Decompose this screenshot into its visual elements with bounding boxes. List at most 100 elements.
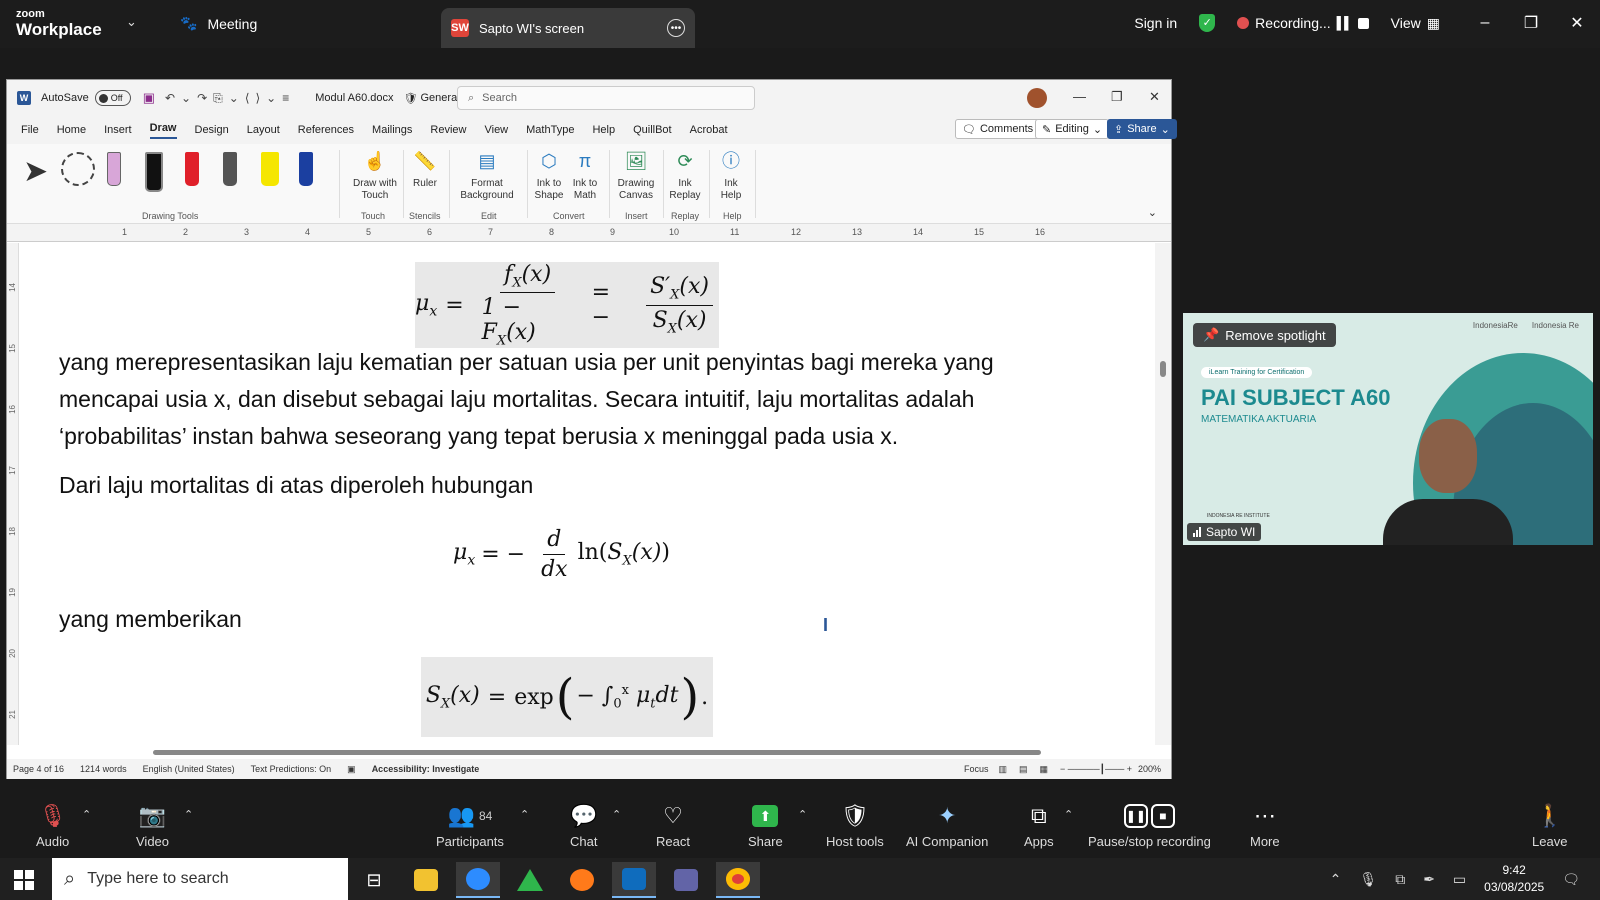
- focus-button[interactable]: Focus: [964, 764, 989, 774]
- draw-with-touch-button[interactable]: ☝ Draw with Touch: [345, 148, 405, 202]
- audio-button[interactable]: 🎙 Audio: [36, 802, 69, 849]
- language-status[interactable]: English (United States): [143, 764, 235, 774]
- menu-insert[interactable]: Insert: [104, 124, 132, 136]
- avatar[interactable]: [1027, 88, 1047, 108]
- participants-button[interactable]: 👥 84 Participants: [436, 802, 504, 849]
- scrollbar-thumb[interactable]: [153, 750, 1041, 755]
- zoom-slider[interactable]: − ─────┃─── +: [1060, 764, 1132, 775]
- ink-replay-button[interactable]: ⟳ Ink Replay: [667, 148, 703, 202]
- screen-capture-icon[interactable]: ⧉: [1395, 871, 1405, 888]
- chevron-up-icon[interactable]: ⌃: [1064, 808, 1073, 821]
- leave-button[interactable]: 🚶 Leave: [1532, 802, 1567, 849]
- google-drive-icon[interactable]: [508, 862, 552, 898]
- close-icon[interactable]: ✕: [1149, 89, 1160, 105]
- video-button[interactable]: 📷 Video: [136, 802, 169, 849]
- notification-icon[interactable]: 🗨: [1562, 871, 1580, 888]
- share-screen-button[interactable]: ⬆ Share: [748, 802, 783, 849]
- document-page[interactable]: 14 15 16 17 18 19 20 21 μx = fX(x) 1 − F…: [7, 243, 1155, 745]
- document-name[interactable]: Modul A60.docx: [315, 92, 393, 104]
- zoom-logo[interactable]: zoom Workplace: [16, 9, 102, 39]
- black-pen-icon[interactable]: [145, 152, 163, 192]
- apps-button[interactable]: ⧉ Apps: [1024, 802, 1054, 849]
- meeting-tab[interactable]: 🐾 Meeting: [180, 15, 257, 32]
- drawing-canvas-button[interactable]: 🖼 Drawing Canvas: [613, 148, 659, 202]
- minimize-icon[interactable]: –: [1462, 14, 1508, 32]
- comments-button[interactable]: 🗨 Comments: [955, 119, 1041, 139]
- chrome-icon[interactable]: [716, 862, 760, 898]
- undo-redo-icons[interactable]: ↶⌄↷⎘⌄⟨⟩⌄≡: [165, 91, 295, 106]
- ink-to-math-button[interactable]: π Ink to Math: [567, 148, 603, 202]
- display-icon[interactable]: ▭: [1453, 871, 1466, 888]
- security-status[interactable]: ✓: [1199, 14, 1216, 32]
- save-icon[interactable]: ▣: [143, 90, 155, 106]
- remove-spotlight-button[interactable]: 📌 Remove spotlight: [1193, 323, 1336, 347]
- outlook-icon[interactable]: [612, 862, 656, 898]
- ai-companion-button[interactable]: ✦ AI Companion: [906, 802, 988, 849]
- menu-review[interactable]: Review: [430, 124, 466, 136]
- horizontal-ruler[interactable]: 1 2 3 4 5 6 7 8 9 10 11 12 13 14 15 16: [7, 224, 1171, 242]
- equation-hazard-rate[interactable]: μx = fX(x) 1 − FX(x) = − S′X(x) SX(x): [415, 262, 719, 348]
- restore-icon[interactable]: ❐: [1508, 13, 1554, 33]
- restore-icon[interactable]: ❐: [1111, 89, 1123, 105]
- sign-in-link[interactable]: Sign in: [1134, 15, 1177, 31]
- menu-view[interactable]: View: [484, 124, 508, 136]
- host-tools-button[interactable]: 🛡 Host tools: [826, 802, 884, 849]
- ruler-button[interactable]: 📏 Ruler: [407, 148, 443, 190]
- ink-help-button[interactable]: ⓘ Ink Help: [713, 148, 749, 202]
- firefox-icon[interactable]: [560, 862, 604, 898]
- equation-log-derivative[interactable]: μx = − d dx ln(SX(x)): [453, 518, 670, 590]
- chevron-up-icon[interactable]: ⌃: [184, 808, 193, 821]
- menu-quillbot[interactable]: QuillBot: [633, 124, 672, 136]
- menu-mailings[interactable]: Mailings: [372, 124, 412, 136]
- zoom-level[interactable]: 200%: [1138, 764, 1161, 774]
- page-count[interactable]: Page 4 of 16: [13, 764, 64, 774]
- menu-draw[interactable]: Draw: [149, 122, 177, 139]
- taskbar-search[interactable]: ⌕ Type here to search: [52, 858, 348, 900]
- horizontal-scrollbar[interactable]: [27, 745, 1155, 759]
- file-explorer-icon[interactable]: [404, 862, 448, 898]
- chevron-up-icon[interactable]: ⌃: [798, 808, 807, 821]
- text-predictions-status[interactable]: Text Predictions: On: [251, 764, 332, 774]
- menu-design[interactable]: Design: [195, 124, 229, 136]
- red-pen-icon[interactable]: [185, 152, 199, 186]
- stop-icon[interactable]: [1357, 17, 1369, 29]
- windows-start-icon[interactable]: [14, 870, 34, 890]
- accessibility-status[interactable]: Accessibility: Investigate: [372, 764, 480, 774]
- teams-icon[interactable]: [664, 862, 708, 898]
- pause-stop-recording-button[interactable]: ❚❚ ■ Pause/stop recording: [1088, 802, 1211, 849]
- chevron-up-icon[interactable]: ⌃: [1330, 871, 1342, 888]
- paragraph-gives[interactable]: yang memberikan: [59, 601, 242, 638]
- ink-to-shape-button[interactable]: ⬡ Ink to Shape: [531, 148, 567, 202]
- view-button[interactable]: View ▦: [1391, 15, 1440, 32]
- menu-help[interactable]: Help: [592, 124, 615, 136]
- macro-icon[interactable]: ▣: [347, 764, 356, 775]
- close-icon[interactable]: ✕: [1554, 13, 1600, 33]
- microphone-icon[interactable]: 🎙: [1359, 871, 1377, 888]
- pencil-tool-icon[interactable]: [223, 152, 237, 186]
- menu-layout[interactable]: Layout: [247, 124, 280, 136]
- pen-icon[interactable]: ✒: [1423, 871, 1435, 888]
- paragraph-relation[interactable]: Dari laju mortalitas di atas diperoleh h…: [59, 467, 533, 504]
- menu-file[interactable]: File: [21, 124, 39, 136]
- chevron-up-icon[interactable]: ⌃: [612, 808, 621, 821]
- highlighter-icon[interactable]: [261, 152, 279, 186]
- word-count[interactable]: 1214 words: [80, 764, 127, 774]
- collapse-ribbon-icon[interactable]: ⌄: [1148, 206, 1157, 219]
- pause-icon[interactable]: ▌▌: [1337, 16, 1353, 30]
- zoom-app-icon[interactable]: [456, 862, 500, 898]
- screen-share-tab[interactable]: SW Sapto WI's screen •••: [441, 8, 695, 48]
- scrollbar-thumb[interactable]: [1160, 361, 1166, 377]
- more-button[interactable]: ⋯ More: [1250, 802, 1280, 849]
- task-view-icon[interactable]: ⊟: [352, 862, 396, 898]
- chevron-down-icon[interactable]: ⌄: [126, 14, 137, 30]
- menu-mathtype[interactable]: MathType: [526, 124, 574, 136]
- web-layout-icon[interactable]: ▦: [1040, 764, 1049, 775]
- equation-survival-function[interactable]: SX(x) = exp ( − ∫0x μtdt ) .: [421, 657, 713, 737]
- print-layout-icon[interactable]: ▤: [1019, 764, 1028, 775]
- word-search-box[interactable]: ⌕ Search: [457, 86, 755, 110]
- share-button[interactable]: ⇪ Share ⌄: [1107, 119, 1177, 139]
- galaxy-pen-icon[interactable]: [299, 152, 313, 186]
- lasso-icon[interactable]: [61, 152, 95, 186]
- editing-button[interactable]: ✎ Editing ⌄: [1035, 119, 1110, 139]
- minimize-icon[interactable]: —: [1073, 89, 1086, 104]
